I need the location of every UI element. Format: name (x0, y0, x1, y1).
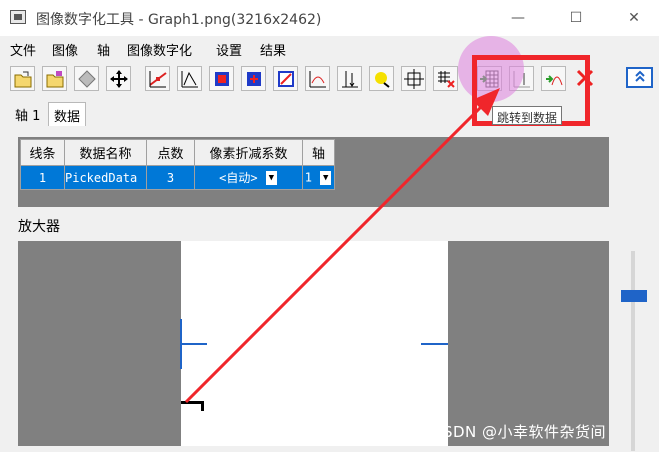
annotation-arrow (184, 88, 500, 404)
watermark: CSDN @小幸软件杂货间 (432, 423, 607, 441)
